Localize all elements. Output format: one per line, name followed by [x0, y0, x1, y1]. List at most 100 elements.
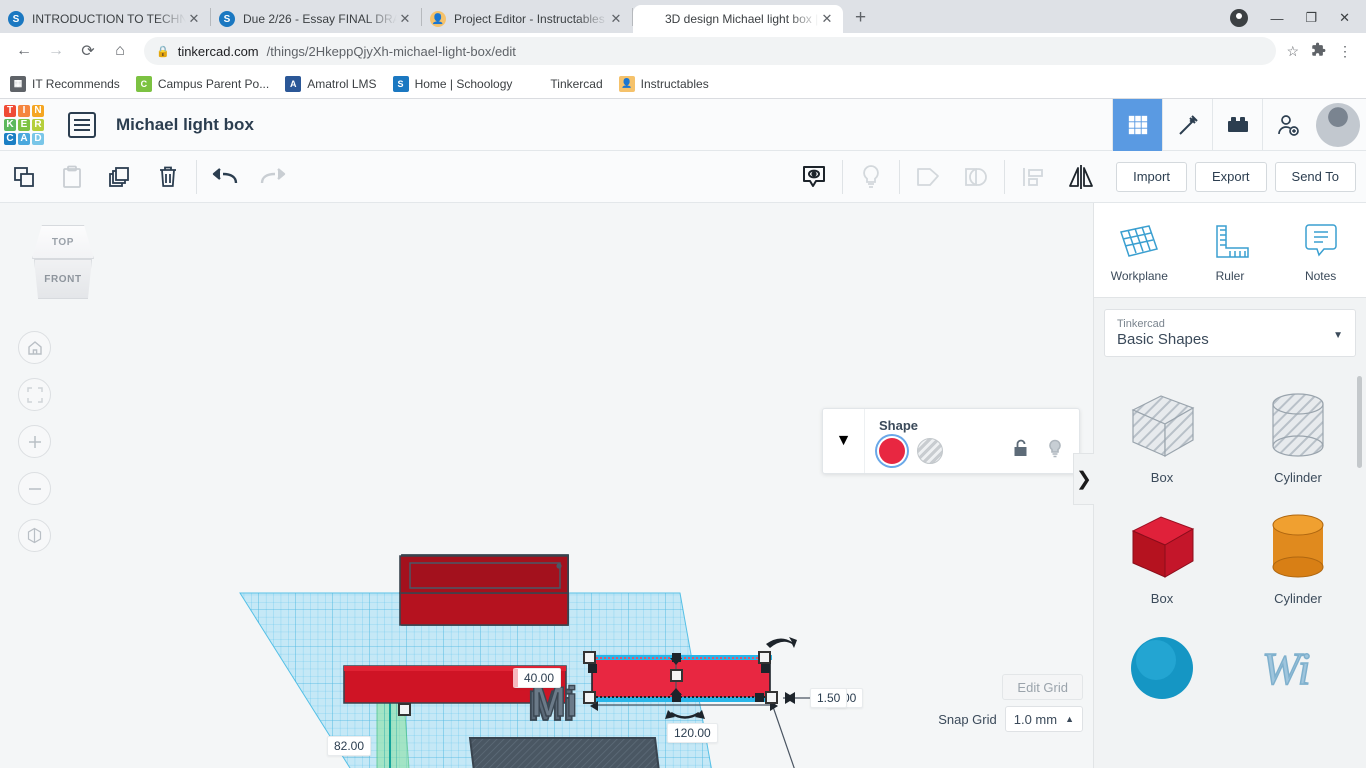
tab-close-icon[interactable]: ✕	[397, 11, 413, 27]
3d-viewport[interactable]: Workplane	[0, 203, 1093, 768]
shape-inspector-panel[interactable]: ▼ Shape	[822, 408, 1080, 474]
shape-library-grid[interactable]: Box Cylinder	[1094, 368, 1366, 768]
bookmark-amatrol-lms[interactable]: A Amatrol LMS	[285, 76, 376, 92]
close-window-button[interactable]: ✕	[1339, 10, 1350, 26]
fit-to-view-button[interactable]	[18, 378, 51, 411]
design-grid-icon[interactable]	[1112, 99, 1162, 151]
bookmark-it-recommends[interactable]: ▦ IT Recommends	[10, 76, 120, 92]
bookmark-tinkercad[interactable]: Tinkercad	[528, 76, 602, 92]
logo-tile-r: R	[32, 119, 44, 131]
extensions-icon[interactable]	[1311, 42, 1326, 60]
solid-color-swatch[interactable]	[879, 438, 905, 464]
ungroup-icon[interactable]	[952, 151, 1000, 203]
bookmark-home-schoology[interactable]: S Home | Schoology	[393, 76, 513, 92]
home-button[interactable]: ⌂	[106, 37, 134, 65]
shape-label: Cylinder	[1274, 470, 1322, 485]
shape-item-hole-box[interactable]: Box	[1094, 382, 1230, 503]
browser-tab-1[interactable]: S INTRODUCTION TO TECHNOLOG ✕	[0, 5, 210, 33]
ruler-tool[interactable]: Ruler	[1190, 222, 1270, 283]
tab-title: Due 2/26 - Essay FINAL DRAFT |	[243, 12, 397, 26]
align-icon[interactable]	[1009, 151, 1057, 203]
redo-icon[interactable]	[249, 151, 297, 203]
browser-tab-2[interactable]: S Due 2/26 - Essay FINAL DRAFT | ✕	[211, 5, 421, 33]
profile-pin-icon[interactable]	[1230, 9, 1248, 27]
tab-close-icon[interactable]: ✕	[186, 11, 202, 27]
tab-list: S INTRODUCTION TO TECHNOLOG ✕ S Due 2/26…	[0, 0, 1230, 33]
address-bar[interactable]: 🔒 tinkercad.com/things/2HkeppQjyXh-micha…	[144, 37, 1276, 65]
export-button[interactable]: Export	[1195, 162, 1267, 192]
delete-trash-icon[interactable]	[144, 151, 192, 203]
toolbar-divider	[842, 160, 843, 194]
ortho-perspective-button[interactable]	[18, 519, 51, 552]
window-controls: — ❐ ✕	[1230, 9, 1366, 33]
inspector-collapse-caret[interactable]: ▼	[823, 409, 865, 473]
light-bulb-icon[interactable]	[1047, 439, 1063, 464]
bookmark-label: IT Recommends	[32, 77, 120, 91]
maximize-button[interactable]: ❐	[1305, 10, 1317, 26]
notes-tool[interactable]: Notes	[1281, 222, 1361, 283]
tab-close-icon[interactable]: ✕	[819, 11, 835, 27]
tinkercad-logo[interactable]: T I N K E R C A D	[2, 103, 46, 147]
codeblocks-icon[interactable]	[1162, 99, 1212, 151]
zoom-out-button[interactable]	[18, 472, 51, 505]
project-list-icon[interactable]	[68, 112, 96, 138]
shape-item-orange-cylinder[interactable]: Cylinder	[1230, 503, 1366, 624]
minimize-button[interactable]: —	[1270, 11, 1283, 26]
invite-person-icon[interactable]	[1262, 99, 1312, 151]
paste-icon[interactable]	[48, 151, 96, 203]
bookmarks-bar: ▦ IT Recommends C Campus Parent Po... A …	[0, 69, 1366, 99]
bookmark-label: Campus Parent Po...	[158, 77, 269, 91]
copy-icon[interactable]	[0, 151, 48, 203]
shape-item-blue-sphere[interactable]	[1094, 624, 1230, 728]
lock-icon: 🔒	[156, 45, 170, 58]
edge-handle[interactable]	[672, 653, 681, 662]
shape-item-blue-text[interactable]: Wi	[1230, 624, 1366, 728]
home-view-button[interactable]	[18, 331, 51, 364]
browser-tab-4-active[interactable]: 3D design Michael light box | Tin ✕	[633, 5, 843, 33]
group-icon[interactable]	[904, 151, 952, 203]
import-button[interactable]: Import	[1116, 162, 1187, 192]
object-tool-group	[790, 151, 1105, 203]
ruler-icon	[1208, 222, 1252, 262]
undo-icon[interactable]	[201, 151, 249, 203]
shape-item-red-box[interactable]: Box	[1094, 503, 1230, 624]
tab-close-icon[interactable]: ✕	[608, 11, 624, 27]
snap-grid-select[interactable]: 1.0 mm ▲	[1005, 706, 1083, 732]
header-actions	[1112, 99, 1366, 151]
view-cube-front[interactable]: FRONT	[34, 259, 92, 299]
notes-eye-icon[interactable]	[790, 151, 838, 203]
workplane-tool[interactable]: Workplane	[1099, 222, 1179, 283]
resize-handle-corner[interactable]	[758, 651, 771, 664]
resize-handle-corner[interactable]	[583, 651, 596, 664]
browser-menu-icon[interactable]: ⋮	[1338, 43, 1352, 60]
tab-title: Project Editor - Instructables	[454, 12, 608, 26]
reload-button[interactable]: ⟳	[74, 37, 102, 65]
panel-collapse-button[interactable]: ❯	[1073, 453, 1094, 505]
view-cube-top[interactable]: TOP	[32, 225, 94, 259]
back-button[interactable]: ←	[10, 37, 38, 65]
browser-tab-3[interactable]: 👤 Project Editor - Instructables ✕	[422, 5, 632, 33]
user-avatar[interactable]	[1316, 103, 1360, 147]
duplicate-icon[interactable]	[96, 151, 144, 203]
hole-swatch[interactable]	[917, 438, 943, 464]
blocks-brick-icon[interactable]	[1212, 99, 1262, 151]
grid-controls-bar: Edit Grid Snap Grid 1.0 mm ▲	[0, 670, 1093, 768]
panel-scrollbar[interactable]	[1357, 376, 1362, 468]
zoom-in-button[interactable]	[18, 425, 51, 458]
schoology-icon: S	[219, 11, 235, 27]
bookmark-instructables[interactable]: 👤 Instructables	[619, 76, 709, 92]
edit-grid-button[interactable]: Edit Grid	[1002, 674, 1083, 700]
sendto-button[interactable]: Send To	[1275, 162, 1356, 192]
view-cube[interactable]: TOP FRONT	[22, 225, 104, 300]
forward-button[interactable]: →	[42, 37, 70, 65]
unlock-padlock-icon[interactable]	[1013, 439, 1029, 464]
light-bulb-icon[interactable]	[847, 151, 895, 203]
mirror-flip-icon[interactable]	[1057, 151, 1105, 203]
new-tab-button[interactable]: +	[843, 7, 878, 33]
bookmark-star-icon[interactable]: ☆	[1286, 43, 1299, 60]
shape-library-select[interactable]: Tinkercad Basic Shapes ▼	[1104, 309, 1356, 357]
shape-item-hole-cylinder[interactable]: Cylinder	[1230, 382, 1366, 503]
file-actions: Import Export Send To	[1116, 162, 1366, 192]
bookmark-campus-parent[interactable]: C Campus Parent Po...	[136, 76, 269, 92]
tinkercad-icon	[641, 11, 657, 27]
